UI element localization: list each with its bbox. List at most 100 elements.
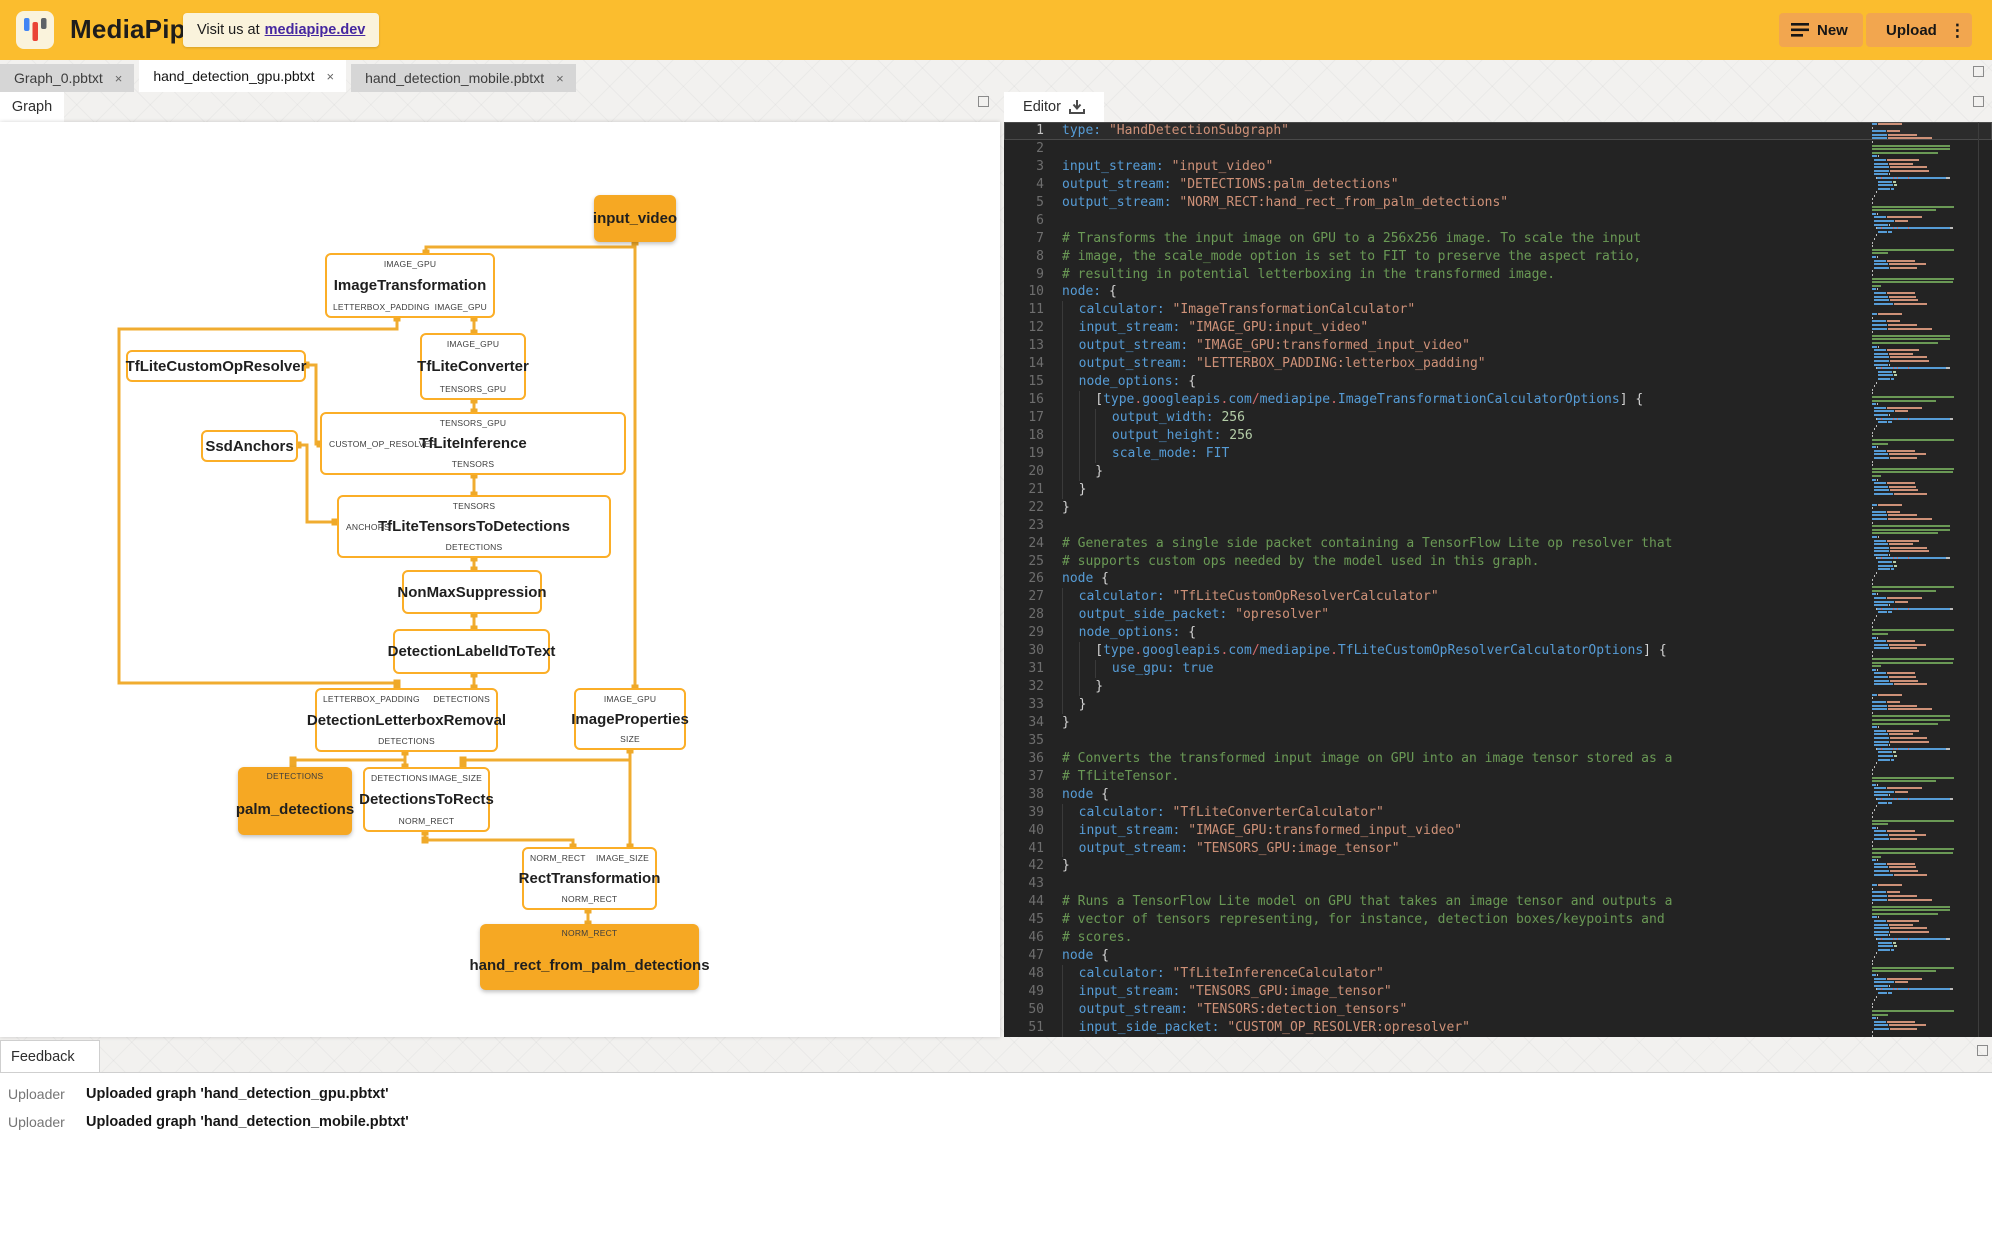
graph-node-NonMaxSuppression[interactable]: NonMaxSuppression — [397, 570, 547, 614]
minimap-line — [1872, 1009, 1956, 1013]
feedback-source: Uploader — [8, 1086, 65, 1102]
graph-node-palm_detections[interactable]: DETECTIONS palm_detections — [236, 767, 354, 835]
code-line-9: 9 # resulting in potential letterboxing i… — [1004, 266, 1992, 284]
tab-feedback[interactable]: Feedback — [0, 1040, 100, 1072]
file-tab-hand_detection_gpu.pbtxt[interactable]: hand_detection_gpu.pbtxt × — [139, 60, 347, 92]
file-tab-label: Graph_0.pbtxt — [14, 70, 103, 86]
code-line-45: 45 # vector of tensors representing, for … — [1004, 911, 1992, 929]
more-options-icon[interactable]: ⋮ — [1949, 22, 1966, 39]
port-label-CUSTOM_OP_RESOLVER: CUSTOM_OP_RESOLVER — [329, 438, 437, 449]
editor-minimap[interactable] — [1872, 122, 1956, 1037]
graph-node-ImageTransformation[interactable]: IMAGE_GPU ImageTransformation LETTERBOX_PA… — [325, 253, 495, 318]
line-number: 14 — [1028, 356, 1044, 372]
minimap-line — [1872, 1034, 1956, 1037]
line-number: 19 — [1028, 445, 1044, 461]
file-tab-Graph_0.pbtxt[interactable]: Graph_0.pbtxt × — [0, 64, 135, 92]
code-editor[interactable]: 1 type: "HandDetectionSubgraph" 2 3 input_st… — [1004, 122, 1992, 1037]
download-icon[interactable] — [1068, 99, 1085, 115]
close-tab-icon[interactable]: × — [554, 71, 566, 86]
code-line-44: 44 # Runs a TensorFlow Lite model on GPU … — [1004, 893, 1992, 911]
line-number: 43 — [1028, 876, 1044, 892]
line-number: 1 — [1036, 123, 1044, 138]
line-number: 51 — [1028, 1019, 1044, 1035]
line-number: 18 — [1028, 427, 1044, 443]
line-number: 5 — [1036, 194, 1044, 210]
line-number: 45 — [1028, 912, 1044, 928]
graph-node-ImageProperties[interactable]: IMAGE_GPU ImageProperties SIZE — [571, 688, 689, 750]
app-title: MediaPipe — [70, 14, 201, 44]
line-number: 26 — [1028, 571, 1044, 587]
feedback-source: Uploader — [8, 1114, 65, 1130]
node-name: RectTransformation — [518, 870, 661, 887]
port-label-TENSORS: TENSORS — [452, 501, 496, 511]
port-label-IMAGE_GPU: IMAGE_GPU — [434, 302, 487, 312]
tab-editor[interactable]: Editor — [1004, 92, 1104, 122]
graph-node-SsdAnchors[interactable]: SsdAnchors — [201, 430, 298, 462]
editor-expand-icon[interactable] — [1973, 96, 1984, 107]
node-name: TfLiteConverter — [417, 358, 529, 375]
line-number: 35 — [1028, 732, 1044, 748]
layout-expand-top-icon[interactable] — [1973, 66, 1984, 77]
new-button[interactable]: New — [1779, 13, 1863, 47]
code-line-23: 23 — [1004, 517, 1992, 535]
line-number: 16 — [1028, 392, 1044, 408]
minimap-line — [1872, 280, 1956, 284]
graph-tab-label: Graph — [11, 99, 53, 115]
line-number: 10 — [1028, 284, 1044, 300]
editor-scrollbar[interactable] — [1978, 122, 1979, 1037]
port-label-IMAGE_SIZE: IMAGE_SIZE — [595, 853, 649, 863]
code-line-24: 24 # Generates a single side packet conta… — [1004, 535, 1992, 553]
line-number: 37 — [1028, 768, 1044, 784]
port-label-NORM_RECT: NORM_RECT — [561, 928, 618, 938]
minimap-line — [1872, 661, 1956, 665]
graph-node-input_video[interactable]: input_video — [593, 195, 677, 242]
code-line-49: 49 input_stream: "TENSORS_GPU:image_tenso… — [1004, 983, 1992, 1001]
code-line-18: 18 output_height: 256 — [1004, 426, 1992, 445]
line-number: 11 — [1028, 302, 1044, 318]
feedback-expand-icon[interactable] — [1977, 1045, 1988, 1056]
code-line-4: 4 output_stream: "DETECTIONS:palm_detecti… — [1004, 176, 1992, 194]
node-name: TfLiteTensorsToDetections — [378, 518, 570, 535]
file-tab-hand_detection_mobile.pbtxt[interactable]: hand_detection_mobile.pbtxt × — [351, 64, 576, 92]
graph-canvas[interactable]: input_video IMAGE_GPU ImageTransformation L… — [0, 122, 1000, 1037]
line-number: 48 — [1028, 966, 1044, 982]
code-line-48: 48 calculator: "TfLiteInferenceCalculator… — [1004, 965, 1992, 983]
mediapipe-logo-icon[interactable] — [16, 11, 54, 49]
line-number: 38 — [1028, 786, 1044, 802]
graph-node-hand_rect_from_palm_detections[interactable]: NORM_RECT hand_rect_from_palm_detections — [469, 924, 710, 990]
code-line-3: 3 input_stream: "input_video" — [1004, 158, 1992, 176]
graph-node-DetectionLetterboxRemoval[interactable]: LETTERBOX_PADDING DETECTIONS DetectionLett… — [307, 688, 506, 752]
feedback-message: Uploaded graph 'hand_detection_mobile.pb… — [86, 1114, 409, 1130]
upload-button[interactable]: Upload ⋮ — [1866, 13, 1972, 47]
tab-graph[interactable]: Graph — [0, 92, 64, 122]
line-number: 36 — [1028, 750, 1044, 766]
graph-node-TfLiteTensorsToDetections[interactable]: TENSORS ANCHORS TfLiteTensorsToDetections D… — [337, 495, 611, 558]
line-number: 42 — [1028, 858, 1044, 874]
code-line-28: 28 output_side_packet: "opresolver" — [1004, 606, 1992, 625]
graph-node-DetectionLabelIdToText[interactable]: DetectionLabelIdToText — [388, 629, 555, 674]
node-name: NonMaxSuppression — [397, 583, 547, 601]
node-name: TfLiteCustomOpResolver — [125, 357, 307, 375]
code-line-31: 31 use_gpu: true — [1004, 660, 1992, 679]
new-button-label: New — [1817, 21, 1848, 39]
graph-expand-icon[interactable] — [978, 96, 989, 107]
line-number: 30 — [1028, 643, 1044, 659]
graph-node-DetectionsToRects[interactable]: DETECTIONS IMAGE_SIZE DetectionsToRects NOR… — [359, 767, 494, 832]
graph-node-TfLiteCustomOpResolver[interactable]: TfLiteCustomOpResolver — [126, 350, 306, 382]
visit-us-badge: Visit us at mediapipe.dev — [183, 13, 380, 47]
close-tab-icon[interactable]: × — [324, 69, 336, 84]
code-line-43: 43 — [1004, 875, 1992, 893]
port-label-SIZE: SIZE — [620, 734, 640, 744]
mediapipe-dev-link[interactable]: mediapipe.dev — [265, 22, 366, 38]
close-tab-icon[interactable]: × — [113, 71, 125, 86]
line-number: 31 — [1028, 661, 1044, 677]
code-line-22: 22} — [1004, 499, 1992, 517]
graph-node-TfLiteConverter[interactable]: IMAGE_GPU TfLiteConverter TENSORS_GPU — [417, 333, 529, 400]
port-label-LETTERBOX_PADDING: LETTERBOX_PADDING — [323, 694, 420, 704]
line-number: 41 — [1028, 840, 1044, 856]
graph-node-TfLiteInference[interactable]: TENSORS_GPU CUSTOM_OP_RESOLVER TfLiteInfer… — [320, 412, 626, 475]
port-label-TENSORS: TENSORS — [451, 459, 495, 469]
graph-node-RectTransformation[interactable]: NORM_RECT IMAGE_SIZE RectTransformation NOR… — [519, 847, 660, 910]
port-label-DETECTIONS: DETECTIONS — [433, 694, 490, 704]
line-number: 3 — [1036, 158, 1044, 174]
